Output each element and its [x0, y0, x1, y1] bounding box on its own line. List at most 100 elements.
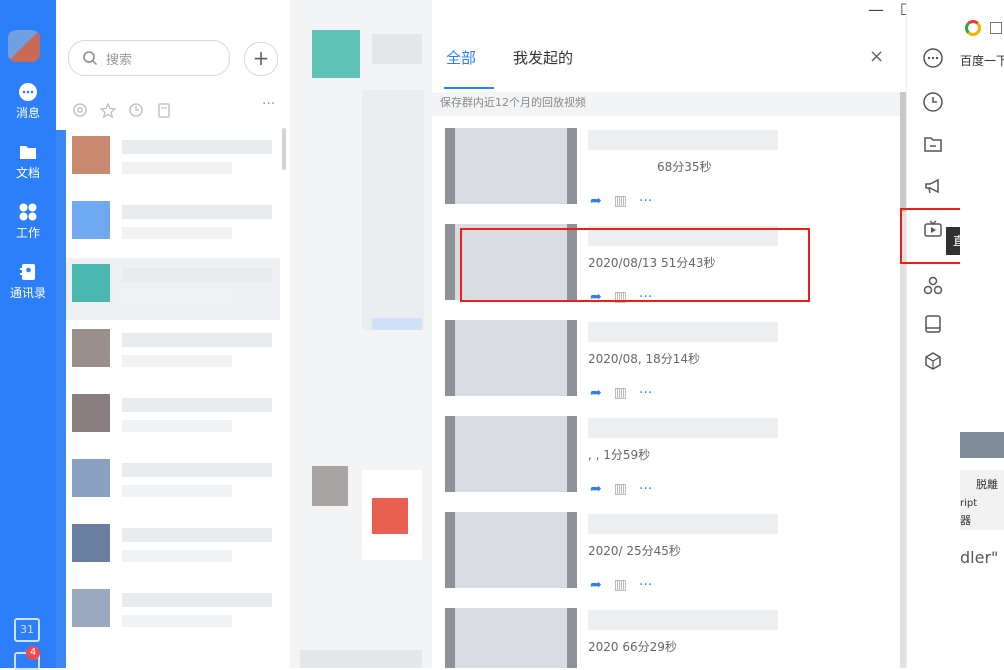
list-item-title — [122, 463, 272, 477]
browser-text: dler" — [960, 548, 999, 567]
list-item[interactable] — [60, 388, 280, 450]
browser-band — [960, 432, 1004, 458]
list-item-title — [122, 140, 272, 154]
clock-icon — [129, 103, 143, 117]
filter-icons-bar — [73, 102, 170, 118]
list-item-title — [122, 205, 272, 219]
star-icon — [99, 102, 117, 118]
background-browser-window: 百度一下 脱離 ript 器 dler" — [960, 0, 1004, 668]
video-thumbnail[interactable] — [445, 512, 577, 588]
nav-item-contacts[interactable]: 通讯录 — [0, 262, 56, 301]
replay-meta: , , 1分59秒 — [588, 448, 651, 462]
chat-list-scrollbar[interactable] — [282, 128, 286, 170]
share-icon[interactable]: ➦ — [590, 385, 602, 401]
chat-conversation-area — [290, 0, 432, 668]
chat-title — [372, 34, 422, 64]
browser-text: 脱離 — [976, 478, 998, 491]
replay-item[interactable]: 2020/08, 18分14秒 ➦ ▥ ··· — [432, 320, 902, 416]
avatar — [312, 466, 348, 506]
list-item[interactable] — [60, 583, 280, 645]
more-circle-icon[interactable] — [922, 47, 944, 69]
search-icon — [83, 51, 98, 66]
image-thumbnail — [372, 498, 408, 534]
video-thumbnail[interactable] — [445, 608, 577, 668]
folder-icon — [20, 146, 36, 159]
search-placeholder: 搜索 — [106, 53, 133, 68]
clock-icon[interactable] — [922, 91, 944, 113]
tab-mine[interactable]: 我发起的 — [513, 47, 573, 68]
list-item-preview — [122, 162, 232, 174]
minimize-button[interactable]: — — [868, 0, 884, 19]
replay-meta: 2020 66分29秒 — [588, 640, 677, 654]
left-nav: 消息 文档 工作 通讯录 31 4 — [0, 0, 56, 670]
replay-title — [588, 130, 778, 150]
stats-icon[interactable]: ▥ — [614, 385, 627, 401]
replay-item[interactable]: 2020 66分29秒 — [432, 608, 902, 668]
active-tab-indicator — [444, 87, 494, 89]
more-icon[interactable]: ··· — [639, 577, 652, 593]
list-item-preview — [122, 485, 232, 497]
video-thumbnail[interactable] — [445, 128, 577, 204]
close-panel-button[interactable]: × — [869, 46, 884, 67]
megaphone-icon[interactable] — [922, 175, 944, 197]
window-icon[interactable] — [990, 22, 1002, 34]
nav-label-work: 工作 — [15, 226, 40, 240]
stats-icon[interactable]: ▥ — [614, 481, 627, 497]
avatar[interactable] — [8, 30, 40, 62]
avatar — [72, 201, 110, 239]
apps-icon[interactable] — [922, 275, 944, 297]
share-icon[interactable]: ➦ — [590, 481, 602, 497]
video-thumbnail[interactable] — [445, 320, 577, 396]
nav-item-docs[interactable]: 文档 — [0, 142, 56, 181]
stats-icon[interactable]: ▥ — [614, 577, 627, 593]
browser-toolbar-lower: 脱離 ript 器 — [960, 470, 1004, 530]
share-icon[interactable]: ➦ — [590, 193, 602, 209]
browser-text: 百度一下 — [960, 54, 1004, 68]
folder-icon[interactable] — [922, 133, 944, 155]
nav-item-messages[interactable]: 消息 — [0, 82, 56, 121]
video-thumbnail[interactable] — [445, 416, 577, 492]
nav-label-docs: 文档 — [15, 166, 40, 180]
list-item[interactable] — [60, 130, 280, 192]
more-icon[interactable]: ··· — [639, 481, 652, 497]
list-item[interactable] — [60, 258, 280, 320]
replay-item[interactable]: , , 1分59秒 ➦ ▥ ··· — [432, 416, 902, 512]
nav-label-messages: 消息 — [15, 106, 40, 120]
nav-label-contacts: 通讯录 — [9, 286, 46, 300]
more-icon[interactable]: ··· — [639, 193, 652, 209]
browser-text: 器 — [960, 514, 971, 527]
avatar — [72, 329, 110, 367]
chat-bubble-icon — [19, 83, 37, 101]
avatar — [72, 136, 110, 174]
nav-item-work[interactable]: 工作 — [0, 202, 56, 241]
more-options[interactable]: ··· — [262, 96, 275, 112]
list-item-preview — [122, 550, 232, 562]
list-item-preview — [122, 420, 232, 432]
file-icon — [158, 103, 170, 118]
avatar — [312, 30, 360, 78]
replay-meta: 2020/08, 18分14秒 — [588, 352, 701, 366]
calendar-icon[interactable]: 31 — [14, 618, 40, 642]
tab-all[interactable]: 全部 — [446, 47, 476, 68]
list-item[interactable] — [60, 518, 280, 580]
list-item[interactable] — [60, 453, 280, 515]
replay-item[interactable]: 2020/ 25分45秒 ➦ ▥ ··· — [432, 512, 902, 608]
list-item[interactable] — [60, 323, 280, 385]
chat-message-link — [372, 318, 422, 330]
list-item-title — [122, 333, 272, 347]
replay-title — [588, 514, 778, 534]
list-item[interactable] — [60, 195, 280, 257]
replay-title — [588, 610, 778, 630]
book-icon[interactable] — [922, 313, 944, 335]
replay-title — [588, 322, 778, 342]
share-icon[interactable]: ➦ — [590, 577, 602, 593]
list-item-title — [122, 528, 272, 542]
cube-plus-icon[interactable] — [922, 351, 944, 373]
chrome-icon[interactable] — [965, 20, 981, 36]
chat-message — [300, 650, 422, 668]
replay-item[interactable]: 68分35秒 ➦ ▥ ··· — [432, 128, 902, 224]
more-icon[interactable]: ··· — [639, 385, 652, 401]
stats-icon[interactable]: ▥ — [614, 193, 627, 209]
left-edge-overlay — [56, 130, 66, 668]
add-button[interactable]: + — [244, 42, 278, 76]
